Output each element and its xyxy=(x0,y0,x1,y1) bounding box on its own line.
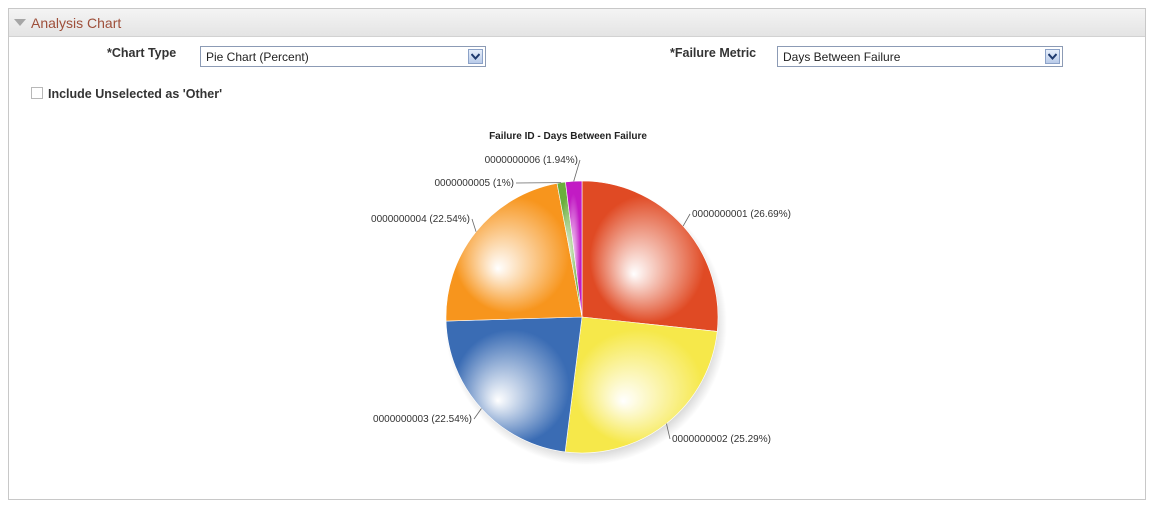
leader-line-0000000001 xyxy=(682,213,691,227)
pie-slice-0000000002 xyxy=(564,316,718,454)
slice-label-0000000003: 0000000003 (22.54%) xyxy=(373,414,472,425)
slice-label-0000000002: 0000000002 (25.29%) xyxy=(672,434,771,445)
slice-label-0000000001: 0000000001 (26.69%) xyxy=(692,209,791,220)
pie-chart: Failure ID - Days Between Failure 000000… xyxy=(371,131,791,465)
pie-slice-0000000003 xyxy=(445,316,583,453)
slice-label-0000000004: 0000000004 (22.54%) xyxy=(371,214,470,225)
slice-label-0000000006: 0000000006 (1.94%) xyxy=(485,155,578,166)
slice-label-0000000005: 0000000005 (1%) xyxy=(434,178,514,189)
pie-slice-0000000001 xyxy=(581,180,719,332)
leader-line-0000000004 xyxy=(471,218,477,232)
chart-title: Failure ID - Days Between Failure xyxy=(489,131,647,142)
